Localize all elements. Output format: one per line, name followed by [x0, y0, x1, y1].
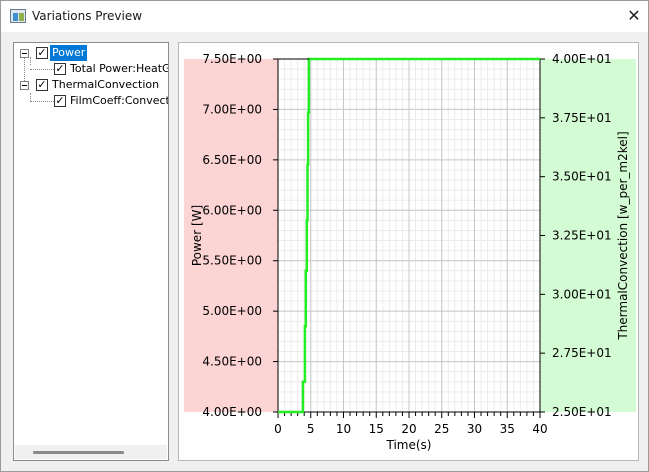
x-tick-label: 40 — [532, 422, 547, 436]
x-axis-label: Time(s) — [386, 438, 432, 452]
tree-connector — [30, 57, 31, 65]
left-tick-label: 4.50E+00 — [202, 355, 262, 369]
x-tick-label: 5 — [307, 422, 315, 436]
right-tick-label: 2.50E+01 — [552, 405, 612, 419]
app-window-icon — [10, 9, 26, 23]
x-tick-label: 30 — [467, 422, 482, 436]
right-tick-label: 3.75E+01 — [552, 111, 612, 125]
variations-chart: 0 5 10 15 20 25 30 35 40 4.00E+00 4.50E+00 5.00E+00… — [184, 52, 636, 452]
left-axis-label: Power [W] — [190, 205, 204, 266]
left-tick-label: 7.50E+00 — [202, 52, 262, 66]
horizontal-scrollbar[interactable] — [15, 445, 167, 459]
tree-connector — [30, 101, 54, 102]
x-tick-label: 25 — [434, 422, 449, 436]
x-tick-label: 35 — [500, 422, 515, 436]
tree-node-label[interactable]: ThermalConvection — [52, 77, 159, 93]
x-tick-label: 15 — [369, 422, 384, 436]
tree-connector — [30, 69, 54, 70]
variations-preview-window: Variations Preview ✕ ✓ Power ✓ Total Pow… — [0, 0, 649, 472]
right-tick-label: 3.25E+01 — [552, 229, 612, 243]
variations-tree[interactable]: ✓ Power ✓ Total Power:HeatGen ✓ ThermalC… — [13, 42, 169, 461]
x-tick-label: 0 — [274, 422, 282, 436]
title-bar: Variations Preview ✕ — [1, 1, 648, 32]
tree-node-label[interactable]: Power — [50, 45, 88, 61]
right-tick-label: 3.00E+01 — [552, 287, 612, 301]
left-tick-label: 6.50E+00 — [202, 153, 262, 167]
chart-panel: 0 5 10 15 20 25 30 35 40 4.00E+00 4.50E+00 5.00E+00… — [178, 42, 639, 461]
right-tick-label: 3.50E+01 — [552, 170, 612, 184]
tree-connector — [30, 93, 31, 101]
window-title: Variations Preview — [32, 9, 143, 23]
collapse-icon[interactable] — [20, 81, 29, 90]
x-tick-label: 20 — [401, 422, 416, 436]
collapse-icon[interactable] — [20, 49, 29, 58]
scrollbar-thumb[interactable] — [33, 451, 124, 454]
checkbox-icon[interactable]: ✓ — [36, 79, 48, 91]
tree-node-label[interactable]: Total Power:HeatGen — [70, 61, 168, 77]
left-tick-label: 6.00E+00 — [202, 203, 262, 217]
right-axis-label: ThermalConvection [w_per_m2kel] — [616, 131, 630, 340]
close-icon[interactable]: ✕ — [623, 6, 645, 26]
checkbox-icon[interactable]: ✓ — [36, 47, 48, 59]
left-tick-label: 7.00E+00 — [202, 102, 262, 116]
x-tick-label: 10 — [336, 422, 351, 436]
tree-node-label[interactable]: FilmCoeff:Convection — [70, 93, 168, 109]
right-tick-label: 2.75E+01 — [552, 346, 612, 360]
checkbox-icon[interactable]: ✓ — [54, 95, 66, 107]
right-tick-label: 4.00E+01 — [552, 52, 612, 66]
left-tick-label: 5.00E+00 — [202, 304, 262, 318]
left-tick-label: 4.00E+00 — [202, 405, 262, 419]
left-tick-label: 5.50E+00 — [202, 254, 262, 268]
checkbox-icon[interactable]: ✓ — [54, 63, 66, 75]
